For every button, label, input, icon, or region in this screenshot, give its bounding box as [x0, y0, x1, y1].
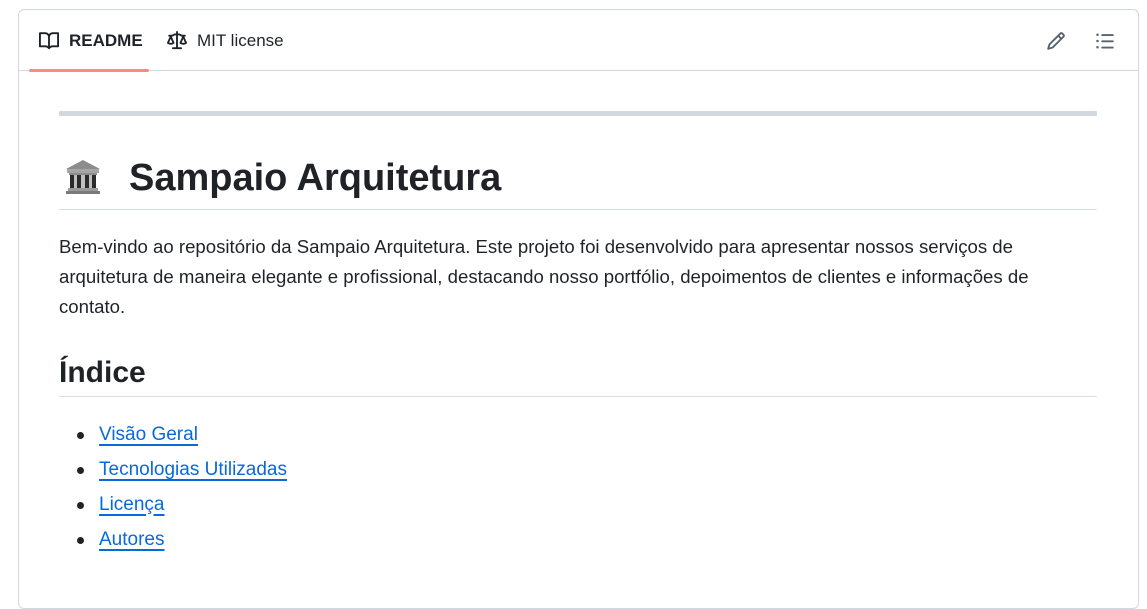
- tab-readme-label: README: [69, 30, 143, 50]
- index-link-visao-geral[interactable]: Visão Geral: [99, 424, 198, 446]
- horizontal-rule: [59, 111, 1097, 116]
- page-title: Sampaio Arquitetura: [129, 156, 502, 199]
- list-unordered-icon: [1096, 33, 1114, 49]
- index-link-autores[interactable]: Autores: [99, 529, 164, 551]
- classical-building-icon: [63, 156, 107, 200]
- law-scale-icon: [167, 30, 187, 51]
- index-link-tecnologias[interactable]: Tecnologias Utilizadas: [99, 459, 287, 481]
- outline-toggle-button[interactable]: [1092, 28, 1118, 54]
- list-item: Tecnologias Utilizadas: [59, 452, 287, 487]
- pencil-icon: [1047, 32, 1065, 50]
- edit-file-button[interactable]: [1043, 28, 1069, 54]
- tab-readme[interactable]: README: [29, 10, 149, 72]
- readme-title-heading: Sampaio Arquitetura: [59, 147, 1097, 210]
- tab-license-label: MIT license: [197, 30, 284, 50]
- index-list: Visão Geral Tecnologias Utilizadas Licen…: [59, 417, 287, 557]
- intro-paragraph: Bem-vindo ao repositório da Sampaio Arqu…: [59, 236, 1029, 317]
- index-link-licenca[interactable]: Licença: [99, 494, 165, 516]
- readme-tabbar: README MIT license: [19, 10, 1138, 72]
- index-heading: Índice: [59, 349, 1097, 397]
- list-item: Licença: [59, 487, 287, 522]
- book-icon: [39, 31, 59, 51]
- readme-panel: README MIT license Sampaio Arquitetura B…: [18, 9, 1139, 609]
- tab-license[interactable]: MIT license: [167, 10, 284, 71]
- list-item: Autores: [59, 522, 287, 557]
- list-item: Visão Geral: [59, 417, 287, 452]
